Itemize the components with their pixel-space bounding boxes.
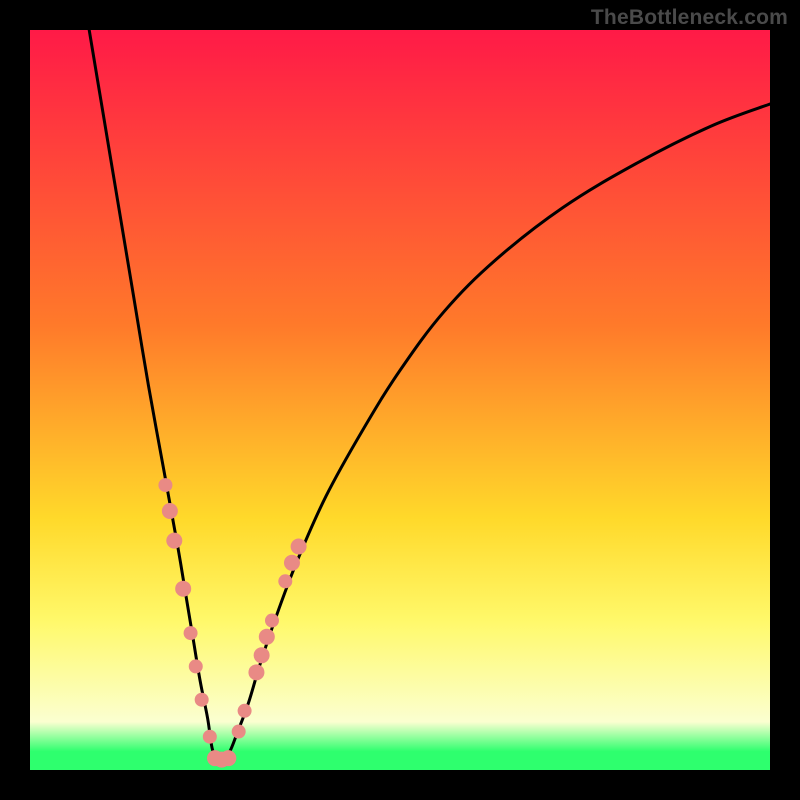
- curve-marker: [278, 574, 292, 588]
- curve-marker: [238, 704, 252, 718]
- curve-marker: [189, 659, 203, 673]
- curve-marker: [158, 478, 172, 492]
- curve-marker: [195, 693, 209, 707]
- curve-marker: [220, 750, 236, 766]
- curve-marker: [175, 581, 191, 597]
- curve-marker: [184, 626, 198, 640]
- chart-frame: TheBottleneck.com: [0, 0, 800, 800]
- curve-marker: [203, 730, 217, 744]
- curve-layer: [30, 30, 770, 770]
- curve-marker: [259, 629, 275, 645]
- curve-marker: [284, 555, 300, 571]
- curve-marker: [162, 503, 178, 519]
- bottleneck-curve: [89, 30, 770, 763]
- curve-marker: [232, 725, 246, 739]
- curve-markers: [158, 478, 306, 768]
- watermark-text: TheBottleneck.com: [591, 6, 788, 30]
- curve-marker: [291, 539, 307, 555]
- plot-area: [30, 30, 770, 770]
- curve-marker: [265, 614, 279, 628]
- curve-marker: [248, 664, 264, 680]
- curve-marker: [166, 533, 182, 549]
- curve-marker: [254, 647, 270, 663]
